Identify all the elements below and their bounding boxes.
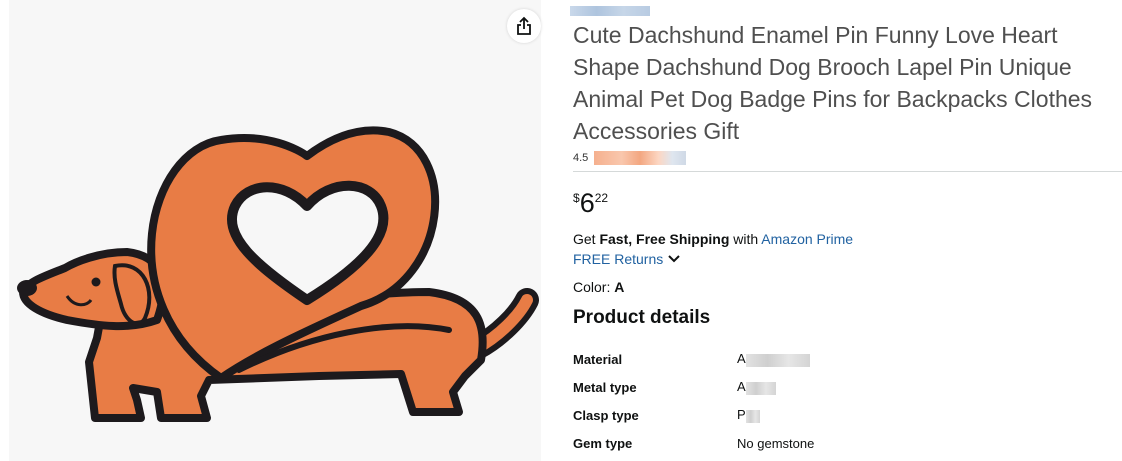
rating-stars[interactable] xyxy=(594,151,687,165)
detail-value: P xyxy=(737,407,746,423)
shipping-info: Get Fast, Free Shipping with Amazon Prim… xyxy=(573,231,853,247)
chevron-down-icon[interactable] xyxy=(668,255,680,263)
product-details-table: Material A Metal type A Clasp type P Gem… xyxy=(573,345,814,457)
share-button[interactable] xyxy=(507,9,541,43)
color-label: Color: xyxy=(573,279,615,295)
table-row: Material A xyxy=(573,345,814,373)
detail-value: A xyxy=(737,379,746,395)
detail-key: Clasp type xyxy=(573,407,639,423)
detail-value: No gemstone xyxy=(737,435,815,451)
price-whole: 6 xyxy=(579,188,595,218)
product-image[interactable] xyxy=(9,0,541,461)
shipping-prefix: Get xyxy=(573,231,600,247)
detail-key: Gem type xyxy=(573,435,633,451)
price: $622 xyxy=(573,190,608,217)
detail-key: Metal type xyxy=(573,379,637,395)
detail-value-cell: A xyxy=(737,345,814,373)
table-row: Metal type A xyxy=(573,373,814,401)
detail-key: Material xyxy=(573,351,623,367)
redacted-text xyxy=(745,353,810,367)
detail-value: A xyxy=(737,351,746,367)
share-icon xyxy=(517,16,531,35)
color-value: A xyxy=(614,279,625,295)
price-fraction: 22 xyxy=(594,191,609,205)
product-image-panel[interactable] xyxy=(9,0,541,461)
redacted-text xyxy=(745,409,760,423)
free-returns-link[interactable]: FREE Returns xyxy=(573,251,663,267)
product-title: Cute Dachshund Enamel Pin Funny Love Hea… xyxy=(573,22,1093,144)
store-link[interactable] xyxy=(570,6,650,16)
shipping-bold: Fast, Free Shipping xyxy=(599,231,730,247)
detail-value-cell: P xyxy=(737,401,814,429)
table-row: Clasp type P xyxy=(573,401,814,429)
divider xyxy=(573,171,1122,172)
shipping-middle: with xyxy=(729,231,762,247)
detail-value-cell: No gemstone xyxy=(737,429,814,457)
detail-value-cell: A xyxy=(737,373,814,401)
redacted-text xyxy=(745,381,776,395)
table-row: Gem type No gemstone xyxy=(573,429,814,457)
color-selection: Color: A xyxy=(573,279,624,295)
prime-link[interactable]: Amazon Prime xyxy=(761,231,853,247)
rating-value: 4.5 xyxy=(573,152,589,164)
free-returns[interactable]: FREE Returns xyxy=(573,251,680,267)
product-details-heading: Product details xyxy=(573,307,711,328)
rating-row: 4.5 xyxy=(573,150,687,166)
price-symbol: $ xyxy=(573,191,580,205)
